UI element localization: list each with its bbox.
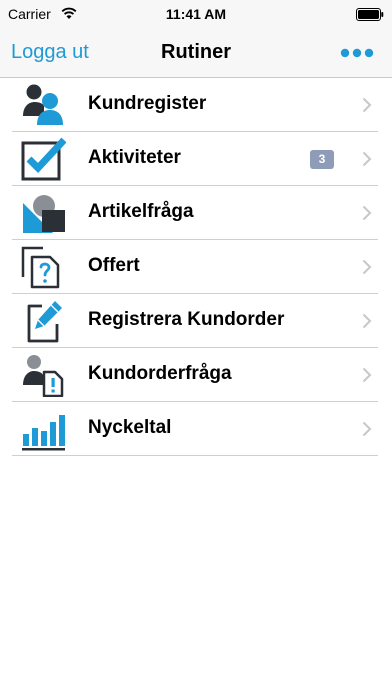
status-bar: Carrier 11:41 AM xyxy=(0,0,392,28)
chevron-right-icon xyxy=(362,259,372,275)
menu-item-label: Kundorderfråga xyxy=(88,363,232,384)
document-question-icon xyxy=(21,246,60,289)
chevron-right-icon xyxy=(362,421,372,437)
chevron-right-icon xyxy=(362,151,372,167)
routines-list: Kundregister Aktiviteter 3 Artikelfråga xyxy=(0,78,392,456)
menu-item-kundorderfraga[interactable]: Kundorderfråga xyxy=(0,348,392,402)
menu-item-nyckeltal[interactable]: Nyckeltal xyxy=(0,402,392,456)
menu-item-label: Kundregister xyxy=(88,93,207,114)
users-icon xyxy=(23,84,63,125)
article-query-icon xyxy=(23,195,65,233)
customer-order-query-icon xyxy=(23,355,64,397)
chevron-right-icon xyxy=(362,313,372,329)
menu-item-registrera-kundorder[interactable]: Registrera Kundorder xyxy=(0,294,392,348)
menu-item-label: Nyckeltal xyxy=(88,417,172,438)
chevron-right-icon xyxy=(362,205,372,221)
menu-item-kundregister[interactable]: Kundregister xyxy=(0,78,392,132)
checkbox-icon xyxy=(21,137,66,181)
menu-item-label: Aktiviteter xyxy=(88,147,181,168)
menu-item-offert[interactable]: Offert xyxy=(0,240,392,294)
menu-item-label: Offert xyxy=(88,255,140,276)
logout-button[interactable]: Logga ut xyxy=(11,41,89,64)
menu-item-artikelfraga[interactable]: Artikelfråga xyxy=(0,186,392,240)
bar-chart-icon xyxy=(22,415,65,451)
chevron-right-icon xyxy=(362,367,372,383)
edit-document-icon xyxy=(27,301,62,343)
menu-item-label: Registrera Kundorder xyxy=(88,309,285,330)
ellipsis-icon[interactable] xyxy=(340,46,374,60)
navigation-bar: Logga ut Rutiner xyxy=(0,28,392,78)
menu-item-label: Artikelfråga xyxy=(88,201,194,222)
count-badge: 3 xyxy=(310,150,334,169)
menu-item-aktiviteter[interactable]: Aktiviteter 3 xyxy=(0,132,392,186)
status-time: 11:41 AM xyxy=(165,6,227,22)
chevron-right-icon xyxy=(362,97,372,113)
battery-icon xyxy=(356,8,384,21)
